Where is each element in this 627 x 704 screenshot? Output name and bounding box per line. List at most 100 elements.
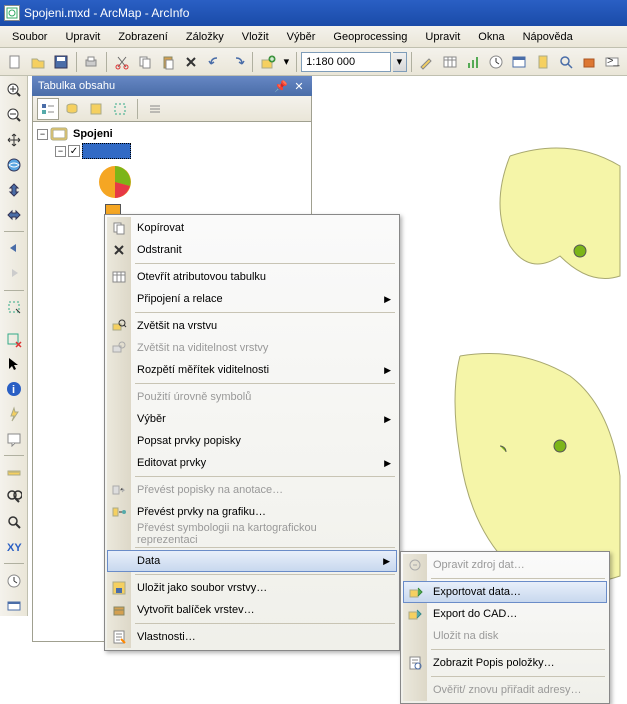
find-route-button[interactable]: [3, 512, 25, 533]
delete-icon: [111, 242, 127, 258]
html-popup-button[interactable]: [3, 428, 25, 449]
menu-item-otev-t-atributovou-tabulku[interactable]: Otevřít atributovou tabulku: [107, 266, 397, 288]
zoom-vis-icon: [111, 340, 127, 356]
menu-item-zobrazit-popis-polo-ky[interactable]: Zobrazit Popis položky…: [403, 652, 607, 674]
menu-soubor[interactable]: Soubor: [4, 29, 55, 45]
menu-item-p-ev-st-prvky-na-grafiku[interactable]: Převést prvky na grafiku…: [107, 501, 397, 523]
full-extent-button[interactable]: [3, 154, 25, 175]
menu-item-p-ipojen-a-relace[interactable]: Připojení a relace▶: [107, 288, 397, 310]
menu-item-vlastnosti[interactable]: Vlastnosti…: [107, 626, 397, 648]
editor-toolbar-button[interactable]: [416, 51, 437, 73]
props-icon: [111, 629, 127, 645]
menu-item-rozp-t-m-tek-viditelnosti[interactable]: Rozpětí měřítek viditelnosti▶: [107, 359, 397, 381]
menu-napoveda[interactable]: Nápověda: [515, 29, 581, 45]
search-button[interactable]: [555, 51, 576, 73]
menu-vlozit[interactable]: Vložit: [234, 29, 277, 45]
tree-root[interactable]: − Spojeni: [37, 126, 307, 142]
save-button[interactable]: [51, 51, 72, 73]
menu-item-kop-rovat[interactable]: Kopírovat: [107, 217, 397, 239]
zoom-out-button[interactable]: [3, 105, 25, 126]
menu-item-pou-it-rovn-symbol: Použití úrovně symbolů: [107, 386, 397, 408]
menu-okna[interactable]: Okna: [470, 29, 512, 45]
menu-zobrazeni[interactable]: Zobrazení: [110, 29, 176, 45]
menu-item-vytvo-it-bal-ek-vrstev[interactable]: Vytvořit balíček vrstev…: [107, 599, 397, 621]
add-data-button[interactable]: [257, 51, 278, 73]
toc-list-visibility-button[interactable]: [85, 98, 107, 120]
toc-pin-icon[interactable]: 📌: [274, 79, 288, 93]
menu-item-editovat-prvky[interactable]: Editovat prvky▶: [107, 452, 397, 474]
menu-item-export-do-cad[interactable]: Export do CAD…: [403, 603, 607, 625]
pan-button[interactable]: [3, 130, 25, 151]
redo-button[interactable]: [227, 51, 248, 73]
menu-item-p-ev-st-popisky-na-anotace: Převést popisky na anotace…: [107, 479, 397, 501]
menu-item-data[interactable]: Data▶: [107, 550, 397, 572]
collapse-icon[interactable]: −: [37, 129, 48, 140]
scale-dropdown[interactable]: ▾: [393, 52, 407, 72]
prev-extent-button[interactable]: [3, 238, 25, 259]
menu-upravit[interactable]: Upravit: [57, 29, 108, 45]
new-doc-button[interactable]: [4, 51, 25, 73]
menu-item-v-b-r[interactable]: Výběr▶: [107, 408, 397, 430]
open-button[interactable]: [27, 51, 48, 73]
menu-vyber[interactable]: Výběr: [279, 29, 324, 45]
zoom-in-fixed-button[interactable]: [3, 179, 25, 200]
catalog-button[interactable]: [532, 51, 553, 73]
menu-item-ulo-it-na-disk: Uložit na disk: [403, 625, 607, 647]
arc-toolbox-button[interactable]: [578, 51, 599, 73]
toc-list-selection-button[interactable]: [109, 98, 131, 120]
find-button[interactable]: [3, 487, 25, 508]
submenu-arrow-icon: ▶: [384, 458, 391, 469]
convert2-icon: [111, 504, 127, 520]
toc-list-source-button[interactable]: [61, 98, 83, 120]
tree-layer[interactable]: − ✓: [37, 142, 307, 160]
toc-options-button[interactable]: [144, 98, 166, 120]
menu-item-odstranit[interactable]: Odstranit: [107, 239, 397, 261]
next-extent-button[interactable]: [3, 263, 25, 284]
undo-button[interactable]: [204, 51, 225, 73]
add-data-dropdown[interactable]: ▾: [281, 55, 293, 68]
scale-input[interactable]: [301, 52, 391, 72]
graph-button[interactable]: [462, 51, 483, 73]
print-button[interactable]: [81, 51, 102, 73]
hyperlink-button[interactable]: [3, 404, 25, 425]
paste-button[interactable]: [157, 51, 178, 73]
time-button[interactable]: [485, 51, 506, 73]
cut-button[interactable]: [111, 51, 132, 73]
collapse-icon[interactable]: −: [55, 146, 66, 157]
zoom-in-button[interactable]: [3, 80, 25, 101]
copy-button[interactable]: [134, 51, 155, 73]
go-to-xy-button[interactable]: XY: [3, 537, 25, 558]
layer-context-menu: KopírovatOdstranit Otevřít atributovou ta…: [104, 214, 400, 651]
menu-item-ulo-it-jako-soubor-vrstvy[interactable]: Uložit jako soubor vrstvy…: [107, 577, 397, 599]
toc-list-drawing-button[interactable]: [37, 98, 59, 120]
delete-button[interactable]: [181, 51, 202, 73]
zoom-out-fixed-button[interactable]: [3, 204, 25, 225]
menu-upravit2[interactable]: Upravit: [417, 29, 468, 45]
select-features-button[interactable]: [3, 297, 25, 318]
toc-close-icon[interactable]: ✕: [292, 79, 306, 93]
menu-geoprocessing[interactable]: Geoprocessing: [325, 29, 415, 45]
table-button[interactable]: [439, 51, 460, 73]
window-button[interactable]: [509, 51, 530, 73]
viewer-button[interactable]: [3, 595, 25, 616]
submenu-arrow-icon: ▶: [383, 556, 390, 567]
menu-item-popsat-prvky-popisky[interactable]: Popsat prvky popisky: [107, 430, 397, 452]
menu-item-exportovat-data[interactable]: Exportovat data…: [403, 581, 607, 603]
select-element-button[interactable]: [3, 354, 25, 375]
layer-label[interactable]: [82, 143, 131, 159]
time-slider-button[interactable]: [3, 570, 25, 591]
copy-icon: [111, 220, 127, 236]
menu-item-p-ev-st-symbologii-na-kartografickou-reprezentaci: Převést symbologii na kartografickou rep…: [107, 523, 397, 545]
measure-button[interactable]: [3, 462, 25, 483]
identify-button[interactable]: i: [3, 379, 25, 400]
dataframe-icon: [50, 127, 68, 141]
svg-text:XY: XY: [7, 542, 22, 554]
python-button[interactable]: >_: [602, 51, 623, 73]
layer-checkbox[interactable]: ✓: [68, 145, 80, 157]
clear-selection-button[interactable]: [3, 329, 25, 350]
main-toolbar: ▾ ▾ >_: [0, 48, 627, 76]
menu-zalozky[interactable]: Záložky: [178, 29, 232, 45]
export-cad-icon: [407, 606, 423, 622]
menu-item-zv-t-it-na-vrstvu[interactable]: Zvětšit na vrstvu: [107, 315, 397, 337]
window-title: Spojeni.mxd - ArcMap - ArcInfo: [24, 6, 189, 20]
